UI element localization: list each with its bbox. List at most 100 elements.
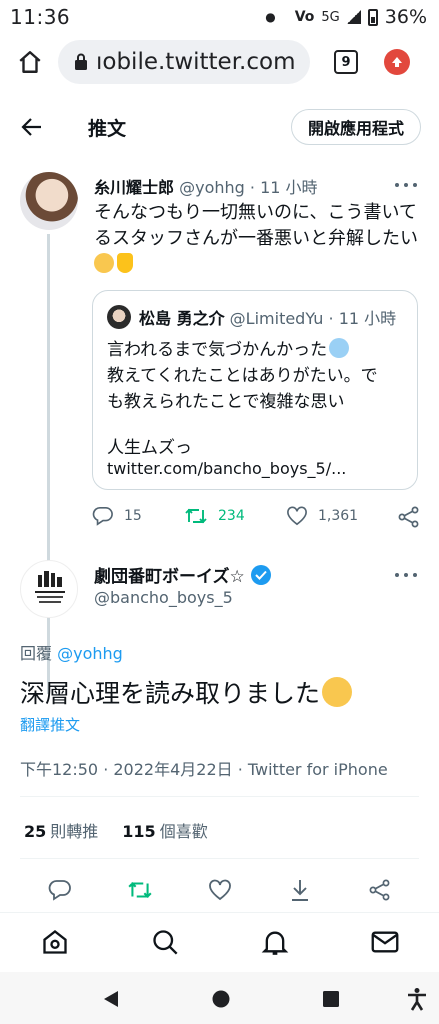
- like-stat[interactable]: 115 個喜歡: [122, 818, 207, 842]
- like-button[interactable]: [206, 876, 234, 904]
- tab-switcher-button[interactable]: 9: [334, 50, 358, 74]
- reply-icon: [92, 507, 113, 526]
- share-icon: [369, 879, 390, 901]
- avatar[interactable]: [20, 172, 78, 230]
- nav-search-button[interactable]: [150, 927, 180, 957]
- retweet-button[interactable]: [126, 876, 154, 904]
- back-arrow-icon: [21, 118, 41, 136]
- retweet-stat[interactable]: 25 則轉推: [24, 818, 98, 842]
- network-label: 5G: [321, 9, 340, 25]
- engagement-counts: 25 則轉推 115 個喜歡: [24, 818, 208, 842]
- tweet-text: そんなつもり一切無いのに、こう書いて るスタッフさんが一番悪いと弁解したい: [94, 200, 424, 278]
- status-icons: ● Vo 5G 36%: [265, 6, 427, 28]
- home-button[interactable]: [10, 42, 50, 82]
- system-recents-button[interactable]: [318, 986, 344, 1012]
- thumbs-up-icon: [117, 253, 133, 273]
- kissing-face-icon: [322, 677, 353, 707]
- quoted-link[interactable]: twitter.com/bancho_boys_5/...: [107, 459, 346, 478]
- author-name: 劇団番町ボーイズ☆: [94, 567, 245, 587]
- bell-icon: [261, 931, 289, 955]
- page-title: 推文: [88, 117, 127, 140]
- tweet-timestamp[interactable]: 下午12:50 · 2022年4月22日 · Twitter for iPhon…: [20, 756, 388, 780]
- quoted-avatar: [107, 305, 131, 329]
- search-icon: [153, 930, 178, 955]
- triangle-back-icon: [104, 991, 118, 1007]
- share-button[interactable]: [398, 506, 420, 528]
- nav-notifications-button[interactable]: [260, 927, 290, 957]
- more-options-icon[interactable]: [395, 572, 417, 578]
- open-app-button[interactable]: 開啟應用程式: [290, 109, 421, 145]
- notification-dot-icon: ●: [265, 10, 276, 24]
- author-name[interactable]: 糸川耀士郎: [94, 178, 174, 197]
- tweet-time[interactable]: 11 小時: [260, 178, 317, 197]
- arrow-up-icon: [392, 57, 402, 67]
- browser-toolbar: ıobile.twitter.com 9: [0, 34, 439, 90]
- nav-home-button[interactable]: [40, 927, 70, 957]
- reply-count: 15: [124, 508, 142, 524]
- divider: [20, 858, 419, 859]
- browser-menu-button[interactable]: [384, 49, 410, 75]
- accessibility-icon: [408, 988, 426, 1011]
- circle-home-icon: [212, 990, 230, 1008]
- quoted-text-line: 人生ムズっ: [107, 438, 192, 458]
- retweet-count: 234: [218, 508, 245, 524]
- translate-link[interactable]: 翻譯推文: [20, 714, 80, 735]
- reply-button[interactable]: 15: [92, 506, 142, 526]
- share-button[interactable]: [366, 876, 394, 904]
- volte-icon: Vo: [294, 9, 315, 25]
- quoted-tweet-time: 11 小時: [338, 309, 397, 328]
- author-handle[interactable]: @yohhg: [179, 178, 245, 197]
- address-bar[interactable]: ıobile.twitter.com: [58, 40, 310, 84]
- accessibility-button[interactable]: [404, 986, 430, 1012]
- retweet-stat-count: 25: [24, 822, 47, 841]
- retweet-button[interactable]: 234: [184, 506, 245, 526]
- home-icon: [19, 51, 41, 73]
- quoted-text-line: 言われるまで気づかんかった: [107, 335, 352, 360]
- anxious-face-icon: [329, 338, 350, 358]
- tweet-text: 深層心理を読み取りました: [20, 674, 355, 710]
- like-button[interactable]: 1,361: [286, 506, 358, 526]
- twitter-bottom-nav: [0, 912, 439, 972]
- reply-button[interactable]: [46, 876, 74, 904]
- quoted-author-line: 松島 勇之介 @LimitedYu · 11 小時: [139, 305, 396, 329]
- separator: ·: [249, 178, 255, 197]
- download-arrow-icon: [292, 880, 308, 901]
- heart-icon: [209, 879, 231, 901]
- share-icon: [398, 506, 419, 528]
- separator: ·: [328, 309, 334, 328]
- reply-prefix: 回覆: [20, 644, 53, 663]
- tweet-text-content: 深層心理を読み取りました: [20, 679, 321, 708]
- troupe-logo-icon: [35, 571, 65, 603]
- divider: [20, 796, 419, 797]
- bookmark-button[interactable]: [286, 876, 314, 904]
- system-back-button[interactable]: [98, 986, 124, 1012]
- pensive-face-icon: [94, 253, 114, 273]
- reply-icon: [48, 880, 71, 901]
- back-button[interactable]: [18, 113, 46, 141]
- more-options-icon[interactable]: [395, 182, 417, 188]
- nav-messages-button[interactable]: [370, 927, 400, 957]
- lock-icon: [75, 53, 87, 70]
- mail-icon: [371, 931, 399, 953]
- verified-badge-icon: [250, 564, 271, 585]
- like-count: 1,361: [318, 508, 359, 524]
- url-text: ıobile.twitter.com: [96, 49, 296, 75]
- quoted-author-name: 松島 勇之介: [139, 309, 225, 328]
- thread-line: [47, 234, 50, 694]
- quoted-text-line: も教えられたことで複雑な思い: [107, 392, 345, 412]
- retweet-icon: [185, 508, 207, 524]
- quoted-tweet[interactable]: 松島 勇之介 @LimitedYu · 11 小時 言われるまで気づかんかった …: [92, 290, 418, 490]
- main-tweet-actions: [0, 876, 439, 904]
- home-icon: [43, 930, 67, 954]
- author-name-line[interactable]: 劇団番町ボーイズ☆: [94, 562, 271, 587]
- avatar[interactable]: [20, 560, 78, 618]
- tweet-author-line: 糸川耀士郎 @yohhg · 11 小時: [94, 174, 318, 198]
- author-handle[interactable]: @bancho_boys_5: [94, 588, 233, 607]
- reply-to-link[interactable]: @yohhg: [57, 644, 123, 663]
- quoted-author-handle: @LimitedYu: [229, 309, 324, 328]
- system-home-button[interactable]: [208, 986, 234, 1012]
- retweet-stat-label: 則轉推: [50, 822, 99, 841]
- signal-icon: [346, 10, 361, 24]
- emoji-row: [94, 252, 424, 278]
- replying-to: 回覆 @yohhg: [20, 640, 123, 664]
